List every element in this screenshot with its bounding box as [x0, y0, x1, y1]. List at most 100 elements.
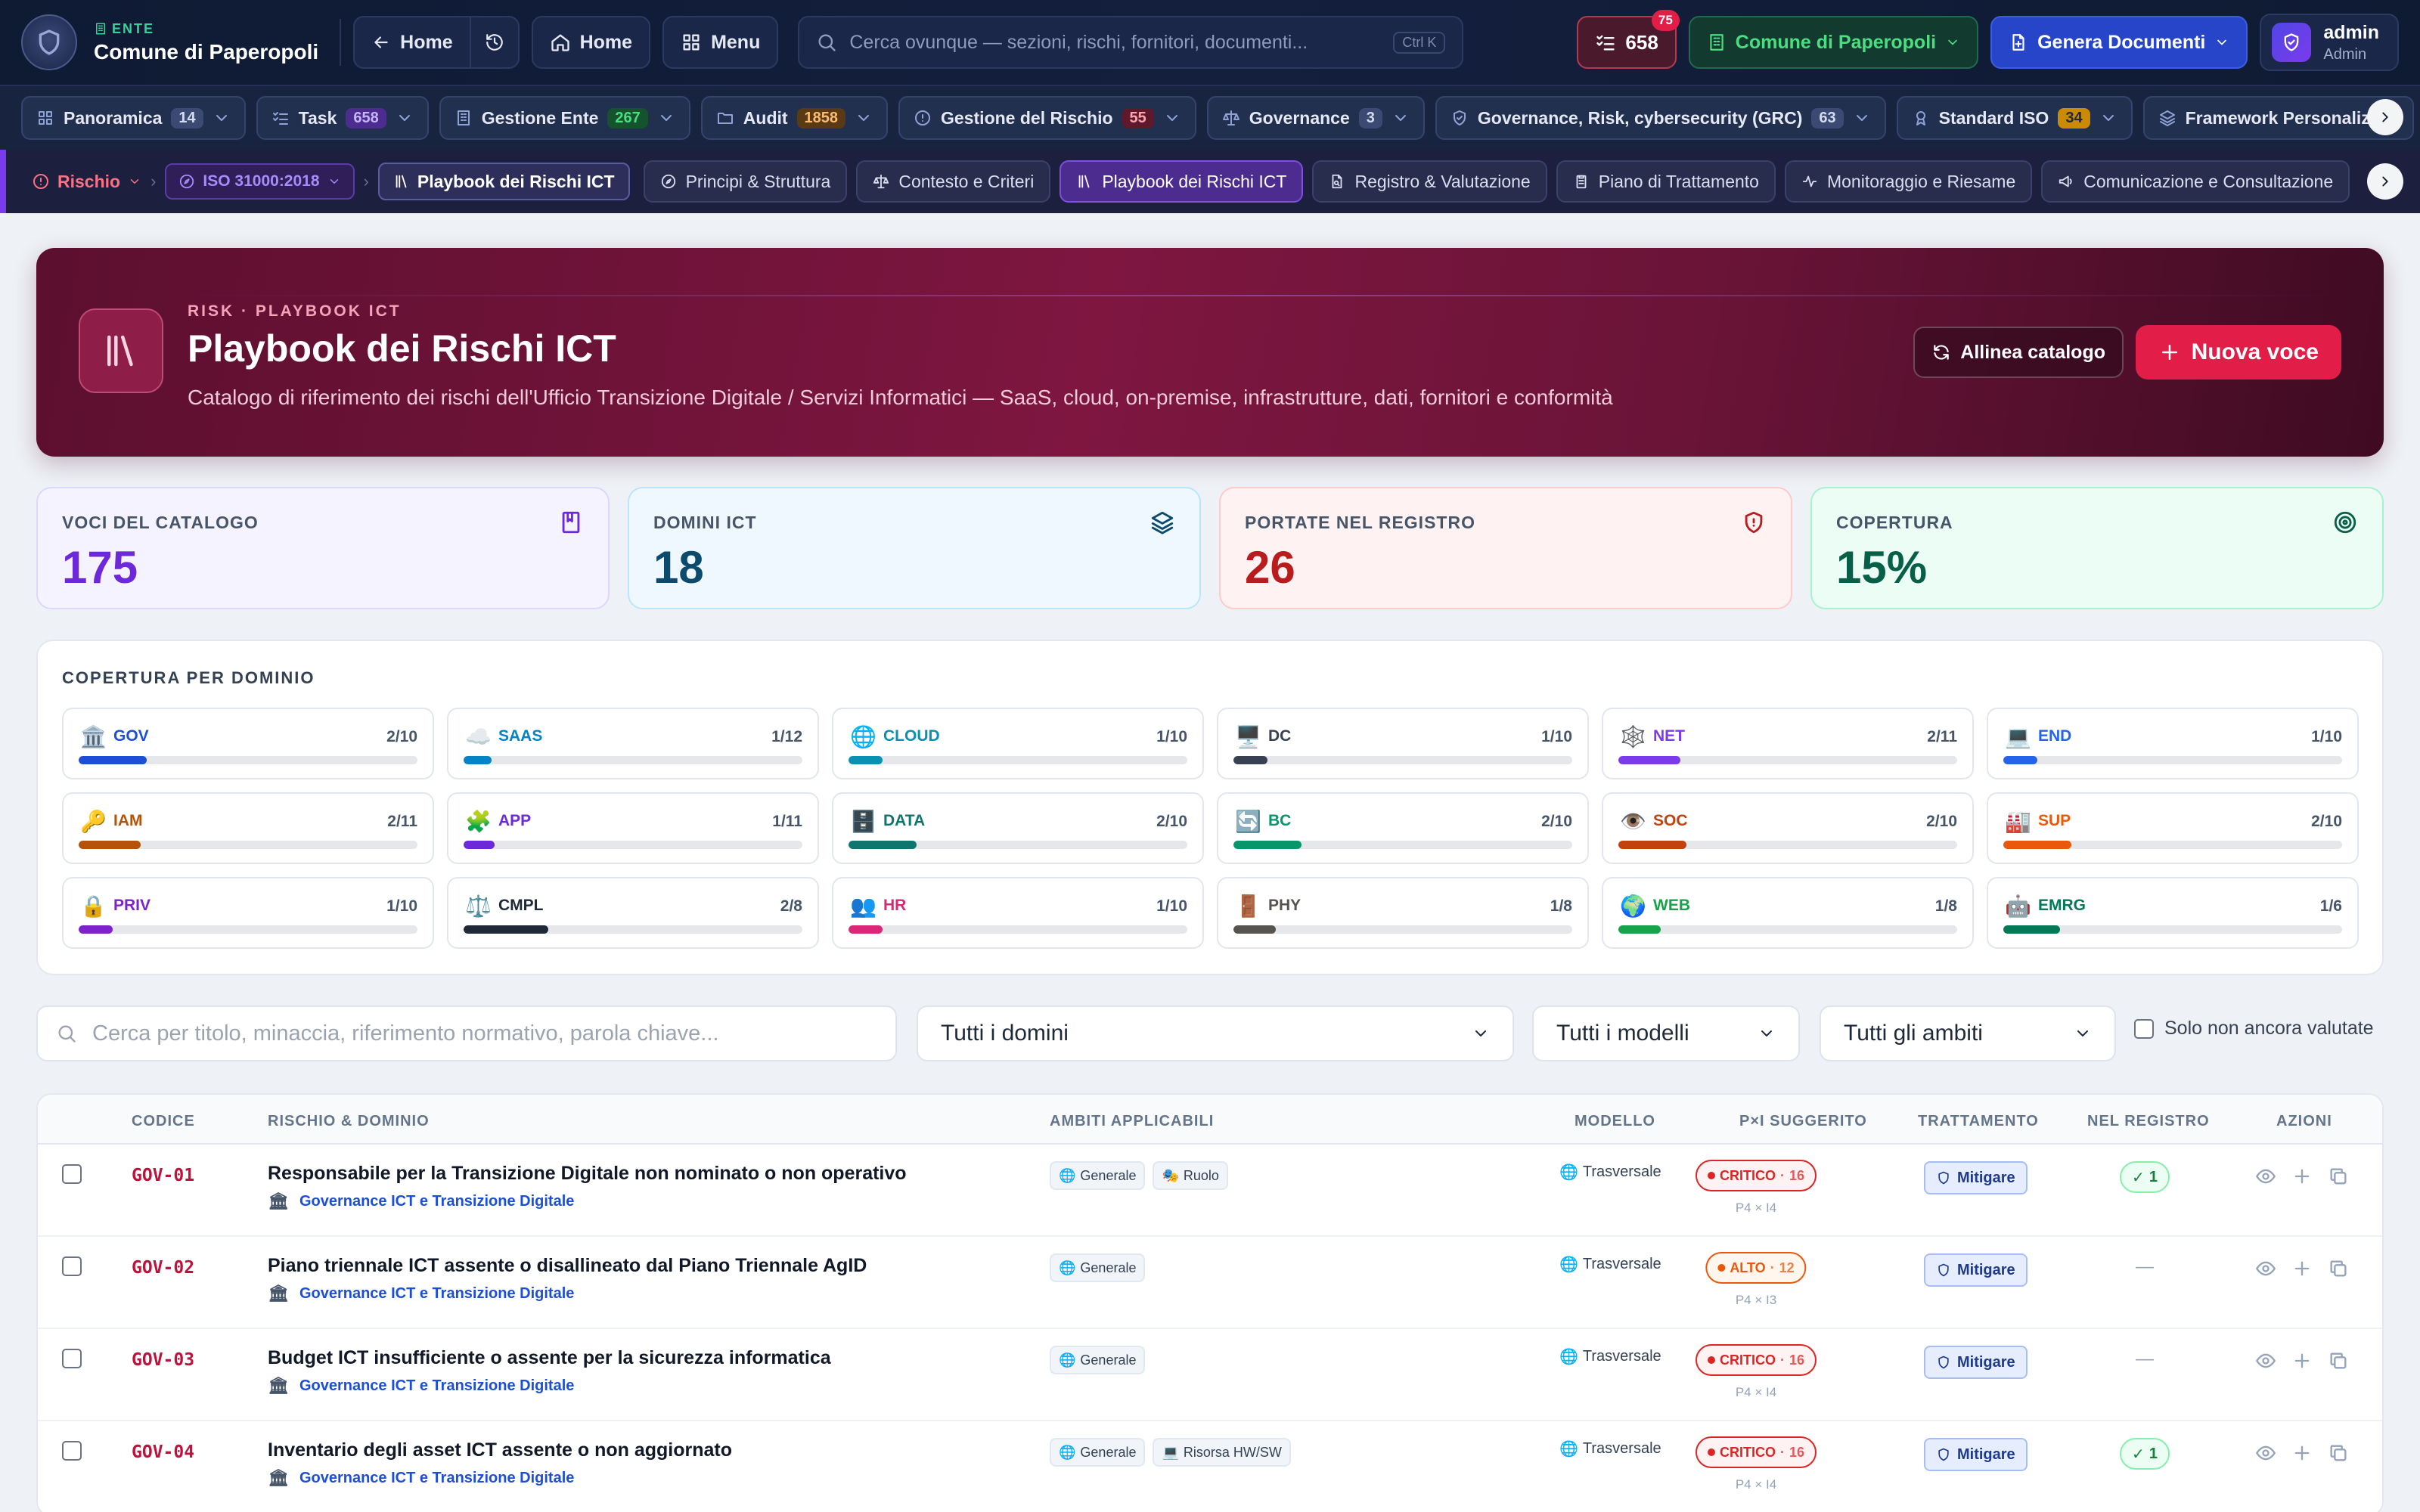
- risk-code[interactable]: GOV-03: [132, 1350, 194, 1370]
- domain-coverage-cmpl[interactable]: ⚖️ CMPL 2/8: [447, 877, 819, 949]
- domain-coverage-bc[interactable]: 🔄 BC 2/10: [1217, 792, 1589, 864]
- domain-coverage-dc[interactable]: 🖥️ DC 1/10: [1217, 708, 1589, 779]
- nav-scroll-right-button[interactable]: [2367, 99, 2403, 135]
- registry-badge[interactable]: ✓ 1: [2120, 1161, 2170, 1193]
- plus-icon[interactable]: [2291, 1258, 2313, 1279]
- risk-code[interactable]: GOV-02: [132, 1258, 194, 1278]
- menu-button[interactable]: Menu: [662, 16, 779, 69]
- copy-icon[interactable]: [2328, 1166, 2349, 1187]
- new-entry-button[interactable]: Nuova voce: [2135, 325, 2341, 380]
- nav-item-gestione-del-rischio[interactable]: Gestione del Rischio 55: [898, 96, 1196, 140]
- nav-item-governance[interactable]: Governance 3: [1206, 96, 1425, 140]
- back-home-button[interactable]: Home: [355, 17, 469, 67]
- treatment-badge[interactable]: Mitigare: [1924, 1346, 2028, 1379]
- tab-comunicazione-e-consultazione[interactable]: Comunicazione e Consultazione: [2041, 160, 2350, 203]
- tab-contesto-e-criteri[interactable]: Contesto e Criteri: [856, 160, 1051, 203]
- col-registry[interactable]: NEL REGISTRO: [2087, 1113, 2210, 1130]
- history-button[interactable]: [469, 17, 518, 67]
- tab-playbook-dei-rischi-ict[interactable]: Playbook dei Rischi ICT: [1060, 160, 1304, 203]
- eye-icon[interactable]: [2255, 1350, 2276, 1371]
- copy-icon[interactable]: [2328, 1442, 2349, 1464]
- copy-icon[interactable]: [2328, 1258, 2349, 1279]
- subnav-scroll-right-button[interactable]: [2367, 163, 2403, 200]
- domain-coverage-emrg[interactable]: 🤖 EMRG 1/6: [1987, 877, 2359, 949]
- domain-progress-fill: [464, 925, 548, 934]
- col-risk[interactable]: RISCHIO & DOMINIO: [268, 1113, 430, 1130]
- eye-icon[interactable]: [2255, 1258, 2276, 1279]
- home-button[interactable]: Home: [531, 16, 651, 69]
- breadcrumb-standard[interactable]: ISO 31000:2018: [165, 163, 355, 200]
- risk-title[interactable]: Inventario degli asset ICT assente o non…: [268, 1439, 732, 1461]
- col-scopes[interactable]: AMBITI APPLICABILI: [1050, 1113, 1214, 1130]
- scope-filter-select[interactable]: Tutti gli ambiti: [1820, 1005, 2116, 1061]
- row-checkbox[interactable]: [62, 1349, 82, 1368]
- only-unassessed-checkbox[interactable]: [2134, 1018, 2154, 1039]
- col-pxi[interactable]: P×I SUGGERITO: [1739, 1113, 1867, 1130]
- nav-item-task[interactable]: Task 658: [256, 96, 429, 140]
- row-checkbox[interactable]: [62, 1441, 82, 1461]
- copy-icon[interactable]: [2328, 1350, 2349, 1371]
- domain-coverage-web[interactable]: 🌍 WEB 1/8: [1602, 877, 1974, 949]
- domain-coverage-sup[interactable]: 🏭 SUP 2/10: [1987, 792, 2359, 864]
- domain-coverage-priv[interactable]: 🔒 PRIV 1/10: [62, 877, 434, 949]
- model-filter-select[interactable]: Tutti i modelli: [1532, 1005, 1800, 1061]
- organization-selector[interactable]: Comune di Paperopoli: [1688, 16, 1979, 69]
- table-row[interactable]: GOV-01 Responsabile per la Transizione D…: [38, 1145, 2382, 1237]
- domain-coverage-value: 1/6: [2319, 897, 2342, 915]
- risk-title[interactable]: Budget ICT insufficiente o assente per l…: [268, 1347, 831, 1369]
- domain-coverage-hr[interactable]: 👥 HR 1/10: [832, 877, 1204, 949]
- domain-coverage-app[interactable]: 🧩 APP 1/11: [447, 792, 819, 864]
- global-search-input[interactable]: Cerca ovunque — sezioni, rischi, fornito…: [798, 16, 1464, 69]
- risk-title[interactable]: Piano triennale ICT assente o disallinea…: [268, 1255, 867, 1277]
- tab-monitoraggio-e-riesame[interactable]: Monitoraggio e Riesame: [1784, 160, 2033, 203]
- plus-icon[interactable]: [2291, 1166, 2313, 1187]
- domain-filter-select[interactable]: Tutti i domini: [917, 1005, 1514, 1061]
- risk-code[interactable]: GOV-01: [132, 1166, 194, 1185]
- domain-coverage-soc[interactable]: 👁️ SOC 2/10: [1602, 792, 1974, 864]
- breadcrumb-current[interactable]: Playbook dei Rischi ICT: [377, 163, 630, 200]
- plus-icon[interactable]: [2291, 1350, 2313, 1371]
- plus-icon[interactable]: [2291, 1442, 2313, 1464]
- registry-badge[interactable]: ✓ 1: [2120, 1438, 2170, 1470]
- nav-item-standard-iso[interactable]: Standard ISO 34: [1896, 96, 2133, 140]
- treatment-badge[interactable]: Mitigare: [1924, 1253, 2028, 1287]
- breadcrumb-root[interactable]: Rischio: [32, 172, 141, 192]
- generate-documents-button[interactable]: Genera Documenti: [1990, 16, 2248, 69]
- nav-item-governance-risk-cybersecurity-grc[interactable]: Governance, Risk, cybersecurity (GRC) 63: [1435, 96, 1886, 140]
- domain-progress-bar: [2003, 925, 2342, 934]
- risk-code[interactable]: GOV-04: [132, 1442, 194, 1462]
- domain-coverage-end[interactable]: 💻 END 1/10: [1987, 708, 2359, 779]
- domain-coverage-iam[interactable]: 🔑 IAM 2/11: [62, 792, 434, 864]
- eye-icon[interactable]: [2255, 1442, 2276, 1464]
- only-unassessed-toggle[interactable]: Solo non ancora valutate: [2134, 1018, 2374, 1040]
- eye-icon[interactable]: [2255, 1166, 2276, 1187]
- tasks-button[interactable]: 658 75: [1577, 10, 1680, 69]
- tab-piano-di-trattamento[interactable]: Piano di Trattamento: [1556, 160, 1776, 203]
- col-model[interactable]: MODELLO: [1575, 1113, 1655, 1130]
- risk-title[interactable]: Responsabile per la Transizione Digitale…: [268, 1163, 907, 1185]
- nav-item-audit[interactable]: Audit 1858: [700, 96, 889, 140]
- col-code[interactable]: CODICE: [132, 1113, 195, 1130]
- stat-label: PORTATE NEL REGISTRO: [1245, 513, 1475, 532]
- domain-coverage-data[interactable]: 🗄️ DATA 2/10: [832, 792, 1204, 864]
- row-checkbox[interactable]: [62, 1256, 82, 1276]
- domain-coverage-cloud[interactable]: 🌐 CLOUD 1/10: [832, 708, 1204, 779]
- tab-registro-valutazione[interactable]: Registro & Valutazione: [1312, 160, 1547, 203]
- table-row[interactable]: GOV-02 Piano triennale ICT assente o dis…: [38, 1237, 2382, 1329]
- nav-item-panoramica[interactable]: Panoramica 14: [21, 96, 246, 140]
- align-catalog-button[interactable]: Allinea catalogo: [1913, 327, 2124, 378]
- domain-coverage-gov[interactable]: 🏛️ GOV 2/10: [62, 708, 434, 779]
- domain-coverage-net[interactable]: 🕸️ NET 2/11: [1602, 708, 1974, 779]
- nav-item-gestione-ente[interactable]: Gestione Ente 267: [439, 96, 690, 140]
- catalog-search-input[interactable]: Cerca per titolo, minaccia, riferimento …: [36, 1005, 897, 1061]
- treatment-badge[interactable]: Mitigare: [1924, 1161, 2028, 1194]
- row-checkbox[interactable]: [62, 1164, 82, 1184]
- tab-principi-struttura[interactable]: Principi & Struttura: [643, 160, 848, 203]
- user-menu[interactable]: admin Admin: [2260, 14, 2399, 71]
- domain-coverage-saas[interactable]: ☁️ SAAS 1/12: [447, 708, 819, 779]
- treatment-badge[interactable]: Mitigare: [1924, 1438, 2028, 1471]
- domain-coverage-phy[interactable]: 🚪 PHY 1/8: [1217, 877, 1589, 949]
- table-row[interactable]: GOV-04 Inventario degli asset ICT assent…: [38, 1421, 2382, 1512]
- table-row[interactable]: GOV-03 Budget ICT insufficiente o assent…: [38, 1329, 2382, 1421]
- col-treatment[interactable]: TRATTAMENTO: [1918, 1113, 2039, 1130]
